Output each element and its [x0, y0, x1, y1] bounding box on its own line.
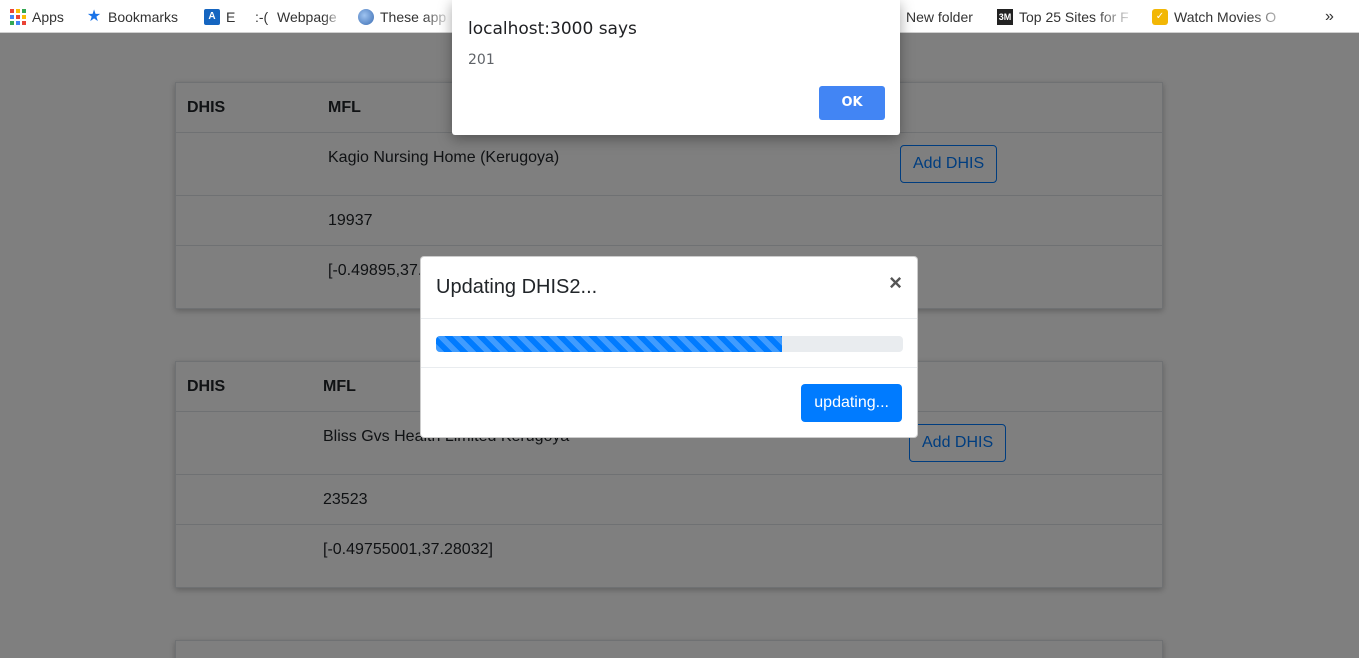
globe-icon [358, 8, 374, 25]
alert-message: 201 [468, 52, 495, 68]
alert-title: localhost:3000 says [468, 19, 637, 39]
bookmark-these-app[interactable]: These app [358, 0, 452, 33]
updating-modal: Updating DHIS2... × updating... [420, 256, 918, 438]
bookmark-label: These app [380, 8, 447, 25]
modal-footer: updating... [421, 368, 917, 438]
bookmark-top-25-sites[interactable]: 3M Top 25 Sites for F [997, 0, 1137, 33]
bookmark-label: Webpage [277, 8, 337, 25]
progress-bar [436, 336, 782, 352]
bookmark-apps[interactable]: Apps [10, 0, 64, 33]
bookmark-sad-face[interactable]: :-( [255, 0, 268, 33]
star-icon: ★ [86, 7, 102, 25]
apps-grid-icon [10, 8, 26, 25]
yellow-bookmark-icon: ✓ [1152, 8, 1168, 25]
modal-body [421, 319, 917, 368]
browser-alert-dialog: localhost:3000 says 201 OK [452, 0, 900, 135]
more-bookmarks-icon: » [1325, 7, 1334, 25]
ok-button[interactable]: OK [819, 86, 885, 120]
bookmark-label: Apps [32, 8, 64, 25]
bookmark-bookmarks[interactable]: ★ Bookmarks [86, 0, 178, 33]
progress-track [436, 336, 903, 352]
bookmark-watch-movies[interactable]: ✓ Watch Movies O [1152, 0, 1292, 33]
bookmark-label: Bookmarks [108, 8, 179, 25]
close-icon[interactable]: × [889, 271, 902, 295]
bookmark-new-folder[interactable]: New folder [906, 0, 973, 33]
modal-header: Updating DHIS2... × [421, 257, 917, 319]
bookmark-webpage[interactable]: Webpage [277, 0, 343, 33]
bookmark-label: Watch Movies O [1174, 8, 1277, 25]
bookmark-label: New folder [906, 8, 973, 25]
3m-icon: 3M [997, 8, 1013, 25]
bookmark-e[interactable]: A E [204, 0, 235, 33]
more-bookmarks-button[interactable]: » [1325, 0, 1334, 33]
modal-title: Updating DHIS2... [436, 276, 598, 298]
bookmark-label: Top 25 Sites for F [1019, 8, 1129, 25]
bookmark-label: E [226, 8, 236, 25]
updating-button[interactable]: updating... [801, 384, 902, 422]
e-icon: A [204, 8, 220, 25]
bookmark-label: :-( [255, 8, 269, 25]
